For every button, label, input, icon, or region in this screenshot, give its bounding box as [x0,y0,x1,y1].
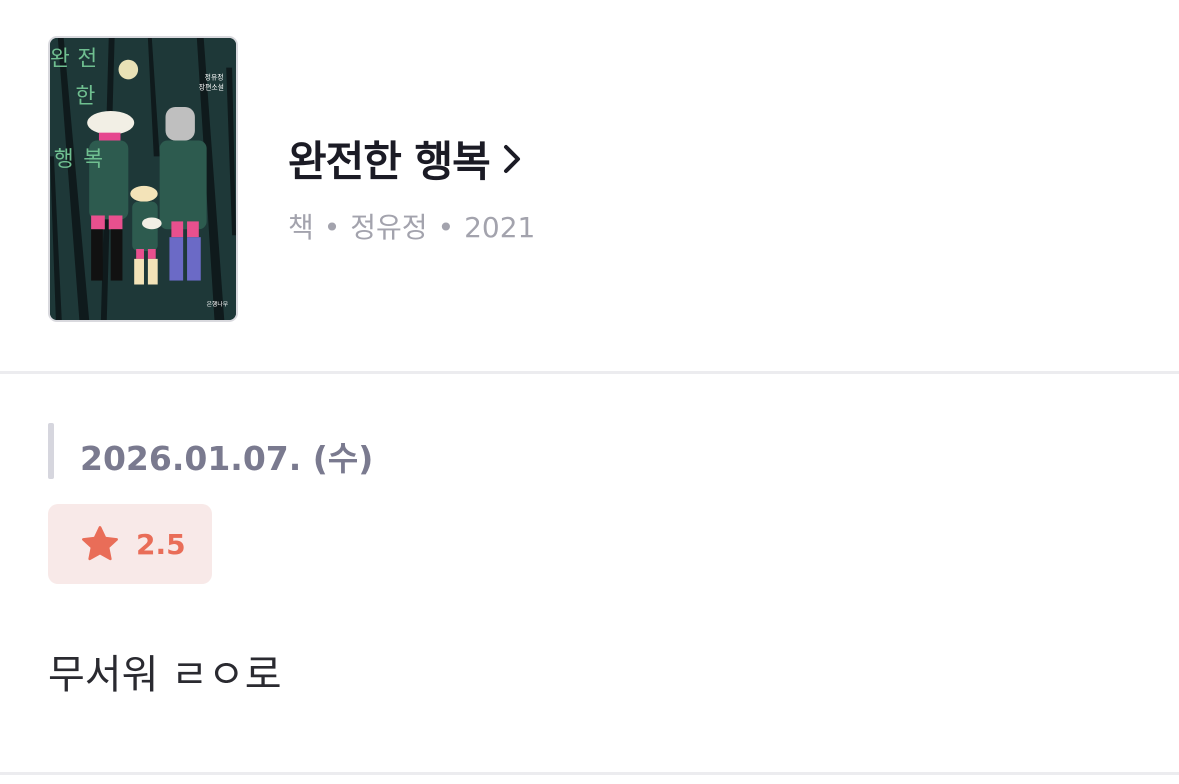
cover-publisher: 은행나무 [207,300,229,308]
entry-date: 2026.01.07. (수) [80,439,374,478]
meta-separator: • [323,211,341,244]
section-divider-bottom [0,772,1179,775]
section-divider [0,371,1179,374]
book-cover[interactable]: 완 전 한 행 복 정유정 장편소설 은행나무 [48,36,238,322]
cover-title-char: 행 [54,147,74,172]
cover-author-subtitle: 장편소설 [199,82,224,91]
book-meta: 책 • 정유정 • 2021 [288,206,535,246]
cover-title-char: 한 [75,84,95,109]
book-title: 완전한 행복 [288,137,491,186]
cover-author: 정유정 [205,72,224,81]
entry-comment: 무서워 ㄹㅇ로 [48,652,282,698]
book-cover-image: 완 전 한 행 복 정유정 장편소설 은행나무 [50,38,236,320]
chevron-right-icon [503,144,520,173]
rating-badge: 2.5 [48,504,212,584]
cover-title-char: 완 [50,47,70,72]
cover-title-char: 복 [83,147,103,172]
book-type: 책 [288,211,314,244]
book-author: 정유정 [350,211,428,244]
meta-separator: • [437,211,455,244]
star-icon [82,526,118,561]
book-year: 2021 [464,211,536,244]
cover-title-char: 전 [77,47,97,72]
rating-value: 2.5 [136,527,186,561]
date-accent-bar [48,423,54,479]
book-title-link[interactable]: 완전한 행복 [288,128,526,189]
